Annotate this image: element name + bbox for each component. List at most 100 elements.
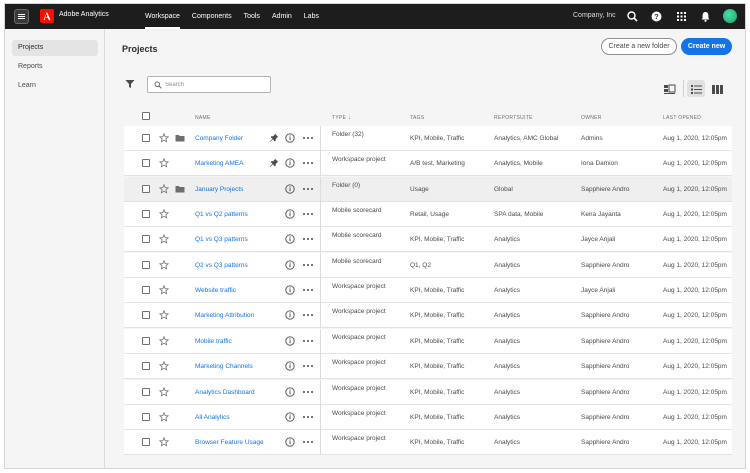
project-name-link[interactable]: Q1 vs Q3 patterns [195, 236, 248, 243]
list-view-icon[interactable] [690, 83, 703, 96]
filter-icon[interactable] [125, 79, 135, 89]
info-icon[interactable] [285, 336, 295, 346]
table-row[interactable]: Q1 vs Q3 patterns Mobile scorecard KPI, Mo… [124, 227, 732, 253]
table-row[interactable]: Marketing Channels Workspace project KPI, … [124, 354, 732, 380]
row-checkbox[interactable] [142, 159, 150, 168]
info-icon[interactable] [285, 260, 295, 270]
table-row[interactable]: Company Folder Folder (32) KPI, Mobile, Tr… [124, 126, 732, 151]
star-icon[interactable] [159, 133, 169, 143]
info-icon[interactable] [285, 310, 295, 321]
star-icon[interactable] [159, 411, 169, 422]
row-checkbox[interactable] [142, 362, 150, 371]
star-icon[interactable] [159, 310, 169, 321]
table-row[interactable]: Analytics Dashboard Workspace project KPI,… [124, 379, 732, 405]
info-icon[interactable] [285, 234, 295, 245]
star-icon[interactable] [159, 437, 169, 447]
nav-workspace[interactable]: Workspace [139, 4, 186, 29]
select-all-checkbox[interactable] [142, 112, 150, 120]
column-header-name[interactable]: NAME [195, 115, 211, 121]
row-checkbox[interactable] [142, 311, 150, 320]
pin-icon[interactable] [269, 158, 279, 168]
info-icon[interactable] [285, 437, 295, 447]
project-name-link[interactable]: Browser Feature Usage [195, 439, 264, 446]
table-row[interactable]: Browser Feature Usage Workspace project KP… [124, 430, 732, 456]
project-name-link[interactable]: Website traffic [195, 287, 236, 294]
row-checkbox[interactable] [142, 387, 150, 396]
row-checkbox[interactable] [142, 235, 150, 244]
star-icon[interactable] [159, 183, 169, 194]
info-icon[interactable] [285, 361, 295, 371]
column-header-tags[interactable]: TAGS [410, 115, 424, 121]
nav-components[interactable]: Components [186, 4, 238, 29]
search-input[interactable] [165, 79, 265, 90]
info-icon[interactable] [285, 184, 295, 194]
more-icon[interactable] [302, 387, 314, 397]
user-avatar[interactable] [723, 9, 737, 23]
more-icon[interactable] [302, 336, 314, 346]
more-icon[interactable] [302, 158, 314, 168]
column-header-owner[interactable]: OWNER [581, 115, 602, 121]
table-row[interactable]: Website traffic Workspace project KPI, Mob… [124, 278, 732, 304]
project-name-link[interactable]: Marketing Channels [195, 363, 253, 370]
sidebar-item-learn[interactable]: Learn [12, 78, 98, 94]
table-row[interactable]: Q2 vs Q3 patterns Mobile scorecard Q1, Q2 A… [124, 252, 732, 278]
adobe-logo-icon[interactable] [40, 9, 54, 23]
column-header-last-opened[interactable]: LAST OPENED [663, 115, 701, 121]
star-icon[interactable] [159, 209, 169, 219]
sidebar-item-projects[interactable]: Projects [12, 40, 98, 56]
table-row[interactable]: Marketing AMEA Workspace project A/B test,… [124, 151, 732, 177]
sidebar-item-reports[interactable]: Reports [12, 59, 98, 75]
star-icon[interactable] [159, 361, 169, 371]
row-checkbox[interactable] [142, 184, 150, 193]
table-row[interactable]: All Analytics Workspace project KPI, Mobil… [124, 404, 732, 430]
star-icon[interactable] [159, 234, 169, 245]
row-checkbox[interactable] [142, 260, 150, 269]
more-icon[interactable] [302, 285, 314, 295]
info-icon[interactable] [285, 209, 295, 219]
table-row[interactable]: Q1 vs Q2 patterns Mobile scorecard Retail,… [124, 202, 732, 228]
project-name-link[interactable]: Q2 vs Q3 patterns [195, 262, 248, 269]
pin-icon[interactable] [269, 133, 279, 143]
card-view-icon[interactable] [663, 83, 676, 96]
project-name-link[interactable]: January Projects [195, 186, 243, 193]
table-row[interactable]: Mobile traffic Workspace project KPI, Mobi… [124, 328, 732, 354]
more-icon[interactable] [302, 310, 314, 320]
search-icon[interactable] [626, 10, 639, 23]
project-name-link[interactable]: Mobile traffic [195, 338, 232, 345]
table-row[interactable]: Marketing Attribution Workspace project KP… [124, 303, 732, 329]
star-icon[interactable] [159, 259, 169, 270]
app-grid-icon[interactable] [675, 10, 688, 23]
star-icon[interactable] [159, 335, 169, 346]
star-icon[interactable] [159, 386, 169, 397]
more-icon[interactable] [302, 209, 314, 219]
nav-labs[interactable]: Labs [298, 4, 325, 29]
info-icon[interactable] [285, 386, 295, 397]
search-field[interactable] [147, 76, 271, 93]
project-name-link[interactable]: Company Folder [195, 135, 243, 142]
info-icon[interactable] [285, 285, 295, 295]
table-row[interactable]: January Projects Folder (0) Usage Global Sap… [124, 176, 732, 202]
project-name-link[interactable]: Marketing AMEA [195, 160, 243, 167]
more-icon[interactable] [302, 133, 314, 143]
more-icon[interactable] [302, 361, 314, 371]
star-icon[interactable] [159, 285, 169, 295]
help-icon[interactable]: ? [650, 10, 663, 23]
create-folder-button[interactable]: Create a new folder [601, 38, 677, 55]
star-icon[interactable] [159, 158, 169, 168]
row-checkbox[interactable] [142, 412, 150, 421]
row-checkbox[interactable] [142, 210, 150, 219]
more-icon[interactable] [302, 437, 314, 447]
more-icon[interactable] [302, 412, 314, 422]
info-icon[interactable] [285, 412, 295, 422]
project-name-link[interactable]: Analytics Dashboard [195, 389, 255, 396]
row-checkbox[interactable] [142, 134, 150, 142]
create-new-button[interactable]: Create new [681, 38, 732, 55]
column-header-type[interactable]: TYPE ↓ [332, 115, 351, 121]
project-name-link[interactable]: All Analytics [195, 414, 230, 421]
more-icon[interactable] [302, 234, 314, 244]
column-view-icon[interactable] [711, 83, 724, 96]
column-header-reportsuite[interactable]: REPORTSUITE [494, 115, 533, 121]
info-icon[interactable] [285, 133, 295, 143]
more-icon[interactable] [302, 260, 314, 270]
company-switcher[interactable]: Company, Inc [573, 12, 616, 19]
